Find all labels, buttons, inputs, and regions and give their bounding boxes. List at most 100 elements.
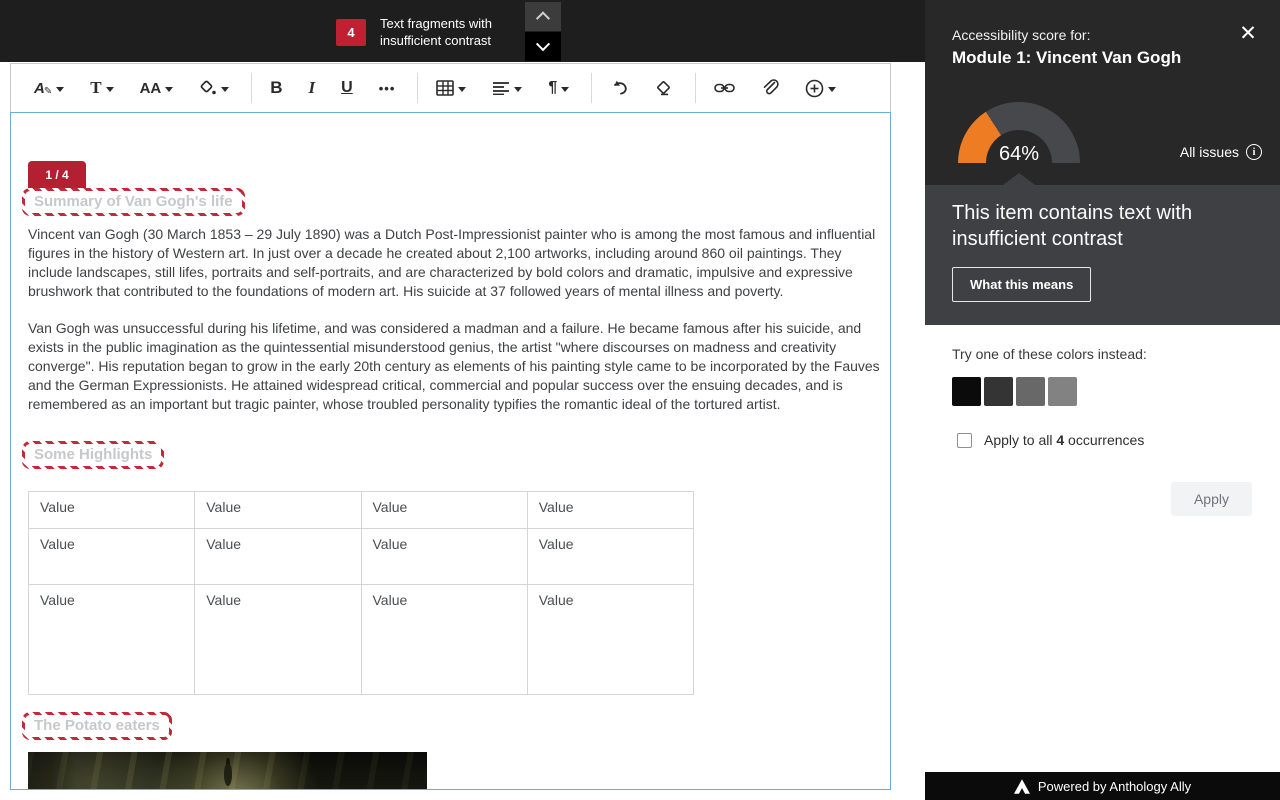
apply-all-label: Apply to all 4 occurrences: [984, 432, 1144, 448]
issue-position-badge: 1 / 4: [28, 161, 86, 188]
flagged-heading-highlights[interactable]: Some Highlights: [22, 441, 164, 469]
alignment-button[interactable]: [486, 72, 528, 104]
toolbar-separator: [417, 73, 418, 103]
toolbar-separator: [695, 73, 696, 103]
apply-all-row: Apply to all 4 occurrences: [957, 432, 1144, 448]
flagged-heading-potato-eaters[interactable]: The Potato eaters: [22, 712, 172, 740]
paragraph-van-gogh-legacy[interactable]: Van Gogh was unsuccessful during his lif…: [28, 319, 884, 414]
content-table: Value Value Value Value Value Value Valu…: [28, 491, 694, 695]
score-kicker-label: Accessibility score for:: [952, 27, 1090, 43]
table-row: Value Value Value Value: [29, 492, 694, 529]
remediation-section: Try one of these colors instead: Apply t…: [925, 325, 1280, 772]
text-color-button[interactable]: A ✎: [28, 72, 70, 104]
close-panel-button[interactable]: ✕: [1236, 22, 1260, 46]
caret-down-icon: [514, 87, 522, 92]
insert-table-button[interactable]: [430, 72, 472, 104]
apply-all-checkbox[interactable]: [957, 433, 972, 448]
eraser-icon: [655, 79, 673, 97]
panel-footer: Powered by Anthology Ally: [925, 772, 1280, 800]
issue-description-text: This item contains text with insufficien…: [952, 200, 1222, 252]
bold-button[interactable]: B: [264, 72, 288, 104]
color-swatch-dark-gray[interactable]: [984, 377, 1013, 406]
text-style-icon: T: [90, 78, 101, 98]
caret-down-icon: [458, 87, 466, 92]
table-cell[interactable]: Value: [361, 492, 527, 529]
info-icon[interactable]: i: [1246, 144, 1262, 160]
font-size-icon: AA: [140, 80, 162, 97]
underline-button[interactable]: U: [335, 72, 359, 104]
issue-description-block: This item contains text with insufficien…: [925, 185, 1280, 325]
all-issues-label: All issues: [1180, 144, 1239, 160]
table-cell[interactable]: Value: [29, 492, 195, 529]
flagged-heading-summary[interactable]: Summary of Van Gogh's life: [22, 188, 245, 216]
italic-icon: I: [309, 78, 316, 98]
issue-type-label-line1: Text fragments with: [380, 15, 515, 32]
table-cell[interactable]: Value: [361, 585, 527, 695]
table-cell[interactable]: Value: [527, 585, 693, 695]
plus-circle-icon: [805, 79, 824, 98]
panel-header: Accessibility score for: Module 1: Vince…: [925, 0, 1280, 185]
italic-button[interactable]: I: [303, 72, 322, 104]
heading-summary-text: Summary of Van Gogh's life: [25, 191, 242, 213]
ellipsis-icon: •••: [379, 81, 396, 96]
more-formatting-button[interactable]: •••: [373, 72, 402, 104]
powered-by-label: Powered by Anthology Ally: [1038, 779, 1191, 794]
table-icon: [436, 80, 454, 96]
caret-down-icon: [221, 87, 229, 92]
previous-issue-button[interactable]: [525, 2, 561, 31]
issue-type-label: Text fragments with insufficient contras…: [380, 15, 515, 49]
clear-formatting-button[interactable]: [649, 72, 679, 104]
table-cell[interactable]: Value: [195, 585, 361, 695]
table-row: Value Value Value Value: [29, 529, 694, 585]
insert-content-button[interactable]: [799, 72, 842, 104]
color-swatch-black[interactable]: [952, 377, 981, 406]
table-cell[interactable]: Value: [29, 585, 195, 695]
table-cell[interactable]: Value: [195, 492, 361, 529]
what-this-means-button[interactable]: What this means: [952, 267, 1091, 302]
table-cell[interactable]: Value: [195, 529, 361, 585]
pilcrow-icon: ¶: [548, 79, 557, 97]
heading-potato-eaters-text: The Potato eaters: [25, 715, 169, 737]
editor-content-area[interactable]: 1 / 4 Summary of Van Gogh's life Vincent…: [10, 112, 891, 790]
apply-all-suffix: occurrences: [1064, 432, 1144, 448]
attach-file-button[interactable]: [755, 72, 785, 104]
apply-all-prefix: Apply to all: [984, 432, 1056, 448]
heading-highlights-text: Some Highlights: [25, 444, 161, 466]
table-cell[interactable]: Value: [29, 529, 195, 585]
undo-icon: [610, 79, 629, 97]
paperclip-icon: [761, 79, 779, 97]
apply-all-count: 4: [1056, 432, 1064, 448]
paragraph-format-button[interactable]: ¶: [542, 72, 575, 104]
rich-text-editor: A ✎ T AA B I U •••: [10, 63, 891, 790]
score-value: 64%: [958, 143, 1080, 166]
highlight-color-button[interactable]: [193, 72, 235, 104]
caret-down-icon: [56, 87, 64, 92]
ally-accessibility-panel: Accessibility score for: Module 1: Vince…: [925, 0, 1280, 800]
apply-button[interactable]: Apply: [1171, 482, 1252, 516]
text-style-button[interactable]: T: [84, 72, 119, 104]
editor-toolbar: A ✎ T AA B I U •••: [10, 63, 891, 112]
paragraph-van-gogh-bio[interactable]: Vincent van Gogh (30 March 1853 – 29 Jul…: [28, 225, 884, 301]
anthology-logo-icon: [1014, 779, 1030, 794]
font-size-button[interactable]: AA: [134, 72, 180, 104]
next-issue-button[interactable]: [525, 32, 561, 61]
issue-navigation-bar: 4 Text fragments with insufficient contr…: [0, 0, 925, 62]
accessibility-score-gauge: 64%: [958, 102, 1080, 163]
pencil-icon: ✎: [44, 86, 52, 97]
undo-button[interactable]: [604, 72, 635, 104]
insert-link-button[interactable]: [708, 72, 741, 104]
module-title: Module 1: Vincent Van Gogh: [952, 48, 1181, 68]
color-swatch-row: [952, 377, 1077, 406]
underline-icon: U: [341, 79, 353, 97]
color-swatch-light-gray[interactable]: [1048, 377, 1077, 406]
table-cell[interactable]: Value: [361, 529, 527, 585]
color-suggestion-prompt: Try one of these colors instead:: [952, 346, 1147, 362]
potato-eaters-painting-image[interactable]: [28, 752, 427, 790]
all-issues-link[interactable]: All issues i: [1180, 144, 1262, 160]
table-cell[interactable]: Value: [527, 492, 693, 529]
table-cell[interactable]: Value: [527, 529, 693, 585]
issue-type-label-line2: insufficient contrast: [380, 32, 515, 49]
color-swatch-gray[interactable]: [1016, 377, 1045, 406]
chevron-down-icon: [536, 37, 550, 51]
caret-down-icon: [165, 87, 173, 92]
